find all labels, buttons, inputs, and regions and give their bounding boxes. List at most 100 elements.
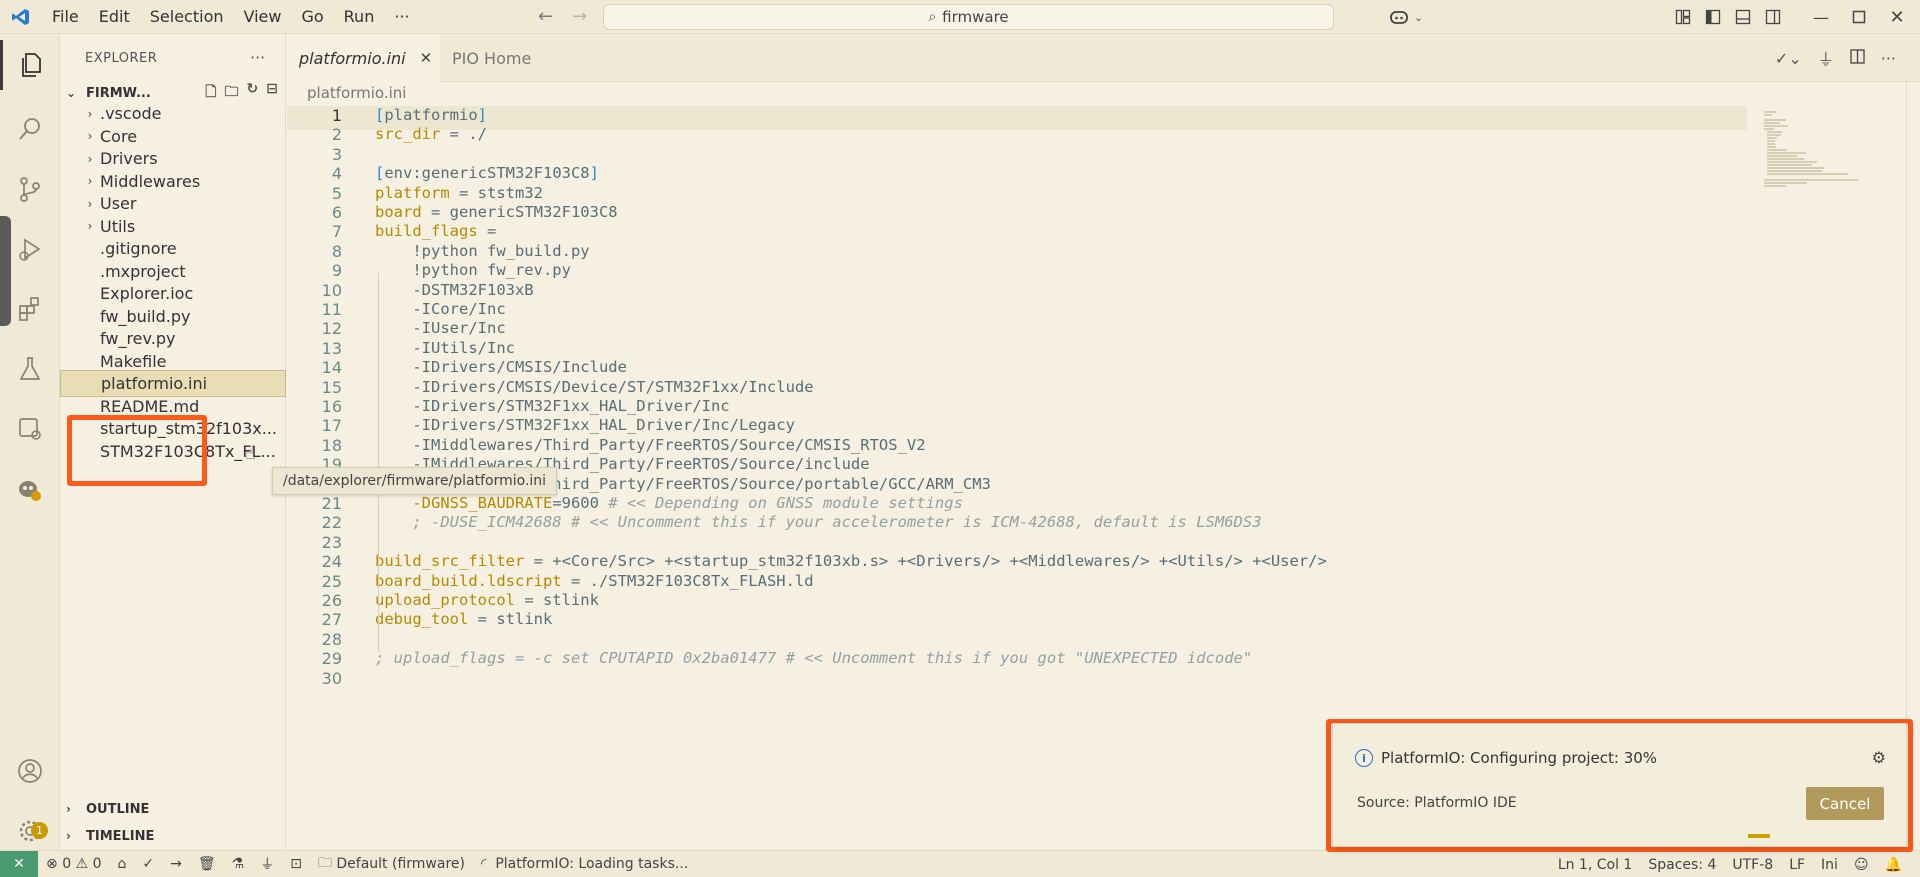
forward-arrow-icon[interactable]: → (562, 6, 597, 27)
customize-layout-icon[interactable] (1668, 0, 1698, 34)
timeline-section-header[interactable]: › TIMELINE (60, 823, 286, 849)
pio-serial-icon[interactable]: ⏚ (252, 854, 282, 874)
platformio-alien-icon[interactable] (0, 464, 60, 514)
breadcrumb[interactable]: platformio.ini (307, 84, 406, 102)
code-text: -IUser/Inc (375, 319, 506, 338)
chevron-right-icon: › (87, 151, 93, 166)
toggle-primary-sidebar-icon[interactable] (1698, 0, 1728, 34)
title-bar: File Edit Selection View Go Run ··· ← → … (0, 0, 1920, 34)
toggle-secondary-sidebar-icon[interactable] (1758, 0, 1788, 34)
close-window-icon[interactable]: ✕ (1882, 0, 1912, 34)
remote-explorer-icon[interactable] (0, 404, 60, 454)
code-text: ; upload_flags = -c set CPUTAPID 0x2ba01… (375, 649, 1253, 668)
code-text: upload_protocol = stlink (375, 591, 599, 609)
minimap[interactable] (1762, 110, 1862, 190)
line-number: 14 (321, 358, 342, 378)
plug-icon[interactable]: ⏚ (1818, 46, 1834, 70)
encoding[interactable]: UTF-8 (1724, 857, 1781, 873)
code-text: -IDrivers/STM32F1xx_HAL_Driver/Inc/Legac… (375, 416, 795, 435)
line-number: 22 (321, 513, 342, 533)
tree-item-label: Explorer.ioc (100, 284, 194, 303)
outline-section-header[interactable]: › OUTLINE (60, 796, 286, 822)
code-text: board = genericSTM32F103C8 (375, 203, 618, 221)
problems-status[interactable]: ⊗ 0 ⚠ 0 (38, 856, 110, 872)
pio-clean-icon[interactable]: 🗑 (190, 856, 224, 872)
toggle-panel-icon[interactable] (1728, 0, 1758, 34)
remote-indicator-icon[interactable]: ✕ (0, 850, 38, 877)
language-mode[interactable]: Ini (1813, 857, 1846, 873)
line-number: 9 (331, 261, 342, 281)
pio-home-icon[interactable]: ⌂ (110, 856, 135, 872)
line-number: 1 (331, 106, 342, 125)
split-editor-icon[interactable] (1850, 48, 1865, 68)
pio-build-icon[interactable]: ✓ (134, 856, 162, 872)
explorer-icon[interactable] (0, 40, 60, 90)
pio-terminal-icon[interactable]: ⊡ (282, 856, 310, 872)
chevron-right-icon: › (87, 174, 93, 188)
code-text: !python fw_rev.py (375, 261, 571, 280)
copilot-chevron-icon[interactable]: ⌄ (1414, 11, 1423, 24)
code-text: -IMiddlewares/Third_Party/FreeRTOS/Sourc… (375, 435, 926, 454)
code-line[interactable]: 30 (287, 669, 1747, 693)
menu-view[interactable]: View (234, 0, 292, 34)
indent-guide (378, 273, 379, 653)
pio-env-selector[interactable]: 🗀 Default (firmware) (310, 852, 473, 876)
code-text: -IDrivers/CMSIS/Device/ST/STM32F1xx/Incl… (375, 377, 814, 396)
menu-go[interactable]: Go (291, 0, 333, 34)
error-icon: ⊗ (46, 856, 63, 872)
copilot-status-icon[interactable]: ☺ (1846, 857, 1877, 873)
copilot-icon[interactable] (1384, 0, 1414, 34)
editor-scrollbar[interactable] (1906, 82, 1920, 850)
menu-selection[interactable]: Selection (140, 0, 234, 34)
cancel-button[interactable]: Cancel (1806, 787, 1884, 820)
search-icon[interactable] (0, 104, 60, 154)
tree-item-label: Core (100, 126, 138, 146)
maximize-icon[interactable] (1844, 0, 1874, 34)
check-icon[interactable]: ✓⌄ (1775, 49, 1802, 68)
end-of-line[interactable]: LF (1781, 857, 1813, 873)
source-control-icon[interactable] (0, 164, 60, 214)
more-actions-icon[interactable]: ··· (1881, 49, 1896, 68)
info-icon: i (1355, 749, 1373, 767)
menu-edit[interactable]: Edit (89, 0, 140, 34)
line-number: 15 (321, 377, 342, 397)
code-text: [platformio] (375, 106, 488, 124)
menu-more[interactable]: ··· (384, 0, 419, 34)
extensions-icon[interactable] (0, 284, 60, 334)
workspace-root-label: FIRMW... (86, 85, 151, 101)
close-icon[interactable]: ✕ (420, 49, 433, 67)
progress-notification: i PlatformIO: Configuring project: 30% ⚙… (1332, 723, 1907, 847)
update-badge: 1 (31, 822, 48, 839)
run-debug-icon[interactable] (0, 224, 60, 274)
pio-test-icon[interactable]: ⚗ (224, 856, 253, 872)
testing-flask-icon[interactable] (0, 344, 60, 394)
pio-tasks-status[interactable]: ◜ PlatformIO: Loading tasks... (473, 856, 696, 872)
explorer-more-icon[interactable]: ··· (250, 48, 265, 67)
tree-item-label: fw_rev.py (100, 329, 176, 348)
menu-file[interactable]: File (42, 0, 89, 34)
line-number: 23 (321, 532, 342, 552)
tree-item-label: .vscode (100, 104, 162, 123)
code-text: debug_tool = stlink (375, 610, 553, 629)
line-number: 28 (321, 629, 342, 649)
pio-upload-icon[interactable]: → (162, 856, 190, 872)
menu-run[interactable]: Run (334, 0, 385, 34)
indentation[interactable]: Spaces: 4 (1640, 857, 1724, 873)
cursor-position[interactable]: Ln 1, Col 1 (1550, 857, 1641, 873)
line-number: 16 (321, 397, 342, 416)
minimize-icon[interactable]: — (1806, 0, 1836, 34)
command-center-search[interactable]: ⌕ firmware (603, 4, 1334, 30)
tab-platformio-ini[interactable]: platformio.ini ✕ (287, 34, 440, 82)
back-arrow-icon[interactable]: ← (528, 6, 563, 27)
tree-item-label: fw_build.py (100, 306, 191, 326)
line-number: 18 (321, 435, 342, 455)
notifications-bell-icon[interactable]: 🔔 (1877, 857, 1910, 873)
code-text: [env:genericSTM32F103C8] (375, 164, 599, 183)
notification-settings-gear-icon[interactable]: ⚙ (1872, 748, 1886, 767)
timeline-label: TIMELINE (86, 828, 155, 844)
line-number: 3 (331, 144, 342, 164)
line-number: 24 (321, 552, 342, 572)
tab-pio-home[interactable]: PIO Home (440, 34, 583, 82)
accounts-icon[interactable] (0, 746, 60, 796)
manage-gear-icon[interactable] (0, 806, 60, 856)
